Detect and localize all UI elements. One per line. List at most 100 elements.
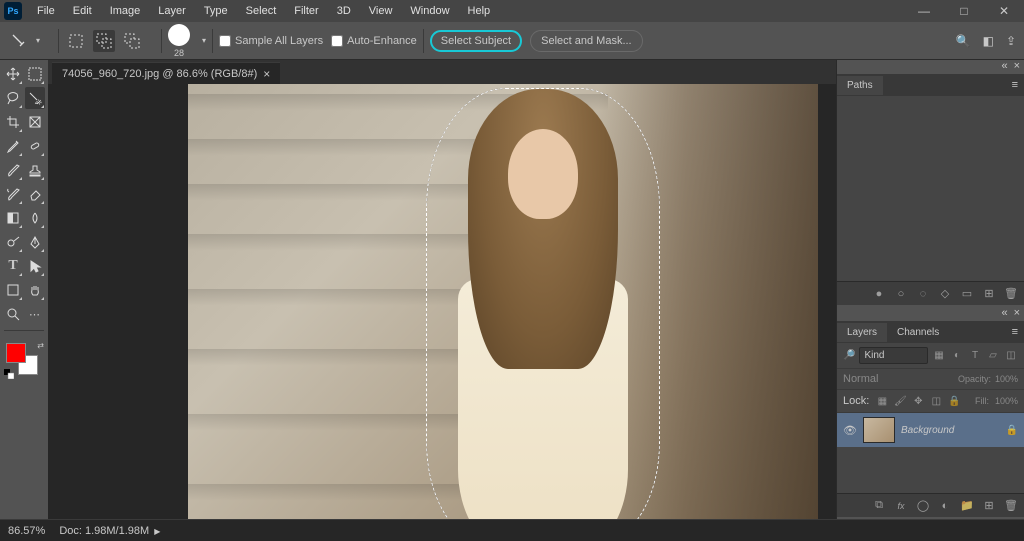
zoom-tool[interactable] [3,303,23,325]
adjustment-layer-icon[interactable]: ◐ [938,499,952,513]
edit-toolbar[interactable]: ⋯ [25,303,45,325]
hand-tool[interactable] [25,279,45,301]
path-to-selection-icon[interactable]: ◌ [916,287,930,301]
menu-layer[interactable]: Layer [149,2,195,20]
menu-select[interactable]: Select [237,2,286,20]
menu-filter[interactable]: Filter [285,2,327,20]
subtract-selection-icon[interactable] [121,30,143,52]
zoom-level[interactable]: 86.57% [8,525,45,537]
document-tab[interactable]: 74056_960_720.jpg @ 86.6% (RGB/8#) × [52,62,280,84]
close-layers-icon[interactable]: × [1014,307,1020,321]
lock-artboard-icon[interactable]: ◫ [929,394,943,408]
filter-smart-icon[interactable]: ◫ [1004,349,1018,363]
layers-panel-menu-icon[interactable]: ≡ [1006,326,1024,338]
workspace-icon[interactable]: ◧ [983,35,994,47]
layer-visibility-icon[interactable]: 👁 [843,423,857,437]
menu-file[interactable]: File [28,2,64,20]
dodge-tool[interactable] [3,231,23,253]
search-icon[interactable]: 🔍 [956,35,971,47]
canvas-area[interactable]: 74056_960_720.jpg @ 86.6% (RGB/8#) × [48,60,836,519]
gradient-tool[interactable] [3,207,23,229]
eraser-tool[interactable] [25,183,45,205]
menu-type[interactable]: Type [195,2,237,20]
sample-all-layers-check[interactable]: Sample All Layers [219,35,323,47]
auto-enhance-checkbox[interactable] [331,35,343,47]
group-layers-icon[interactable]: 📁 [960,499,974,513]
blend-mode-select[interactable]: Normal [843,373,954,385]
doc-info[interactable]: Doc: 1.98M/1.98M [59,525,149,537]
sample-all-layers-checkbox[interactable] [219,35,231,47]
menu-edit[interactable]: Edit [64,2,101,20]
path-selection-tool[interactable] [25,255,45,277]
fill-path-icon[interactable]: ● [872,287,886,301]
delete-path-icon[interactable]: 🗑 [1004,287,1018,301]
collapse-panels-icon[interactable]: « [1001,60,1007,74]
fill-value[interactable]: 100% [995,396,1018,406]
layer-filter-kind[interactable]: Kind [859,347,928,364]
healing-tool[interactable] [25,135,45,157]
tab-paths[interactable]: Paths [837,76,883,95]
eyedropper-tool[interactable] [3,135,23,157]
layer-item-background[interactable]: 👁 Background 🔒 [837,413,1024,447]
default-colors-icon[interactable] [4,369,14,379]
make-work-path-icon[interactable]: ◇ [938,287,952,301]
foreground-color[interactable] [6,343,26,363]
filter-adjust-icon[interactable]: ◐ [950,349,964,363]
brush-preview[interactable] [168,24,190,46]
close-window-button[interactable]: ✕ [984,0,1024,22]
dropdown-icon[interactable]: ▾ [36,37,40,45]
auto-enhance-check[interactable]: Auto-Enhance [331,35,417,47]
menu-window[interactable]: Window [401,2,458,20]
swap-colors-icon[interactable]: ⇄ [37,341,44,350]
canvas-image[interactable] [188,84,818,519]
close-panels-icon[interactable]: × [1014,60,1020,74]
menu-image[interactable]: Image [101,2,150,20]
paths-panel-menu-icon[interactable]: ≡ [1006,79,1024,91]
opacity-value[interactable]: 100% [995,374,1018,384]
brush-tool[interactable] [3,159,23,181]
filter-shape-icon[interactable]: ▱ [986,349,1000,363]
menu-view[interactable]: View [360,2,402,20]
link-layers-icon[interactable]: ⧉ [872,499,886,513]
select-subject-button[interactable]: Select Subject [430,30,522,52]
layer-name[interactable]: Background [901,425,1000,436]
crop-tool[interactable] [3,111,23,133]
maximize-button[interactable]: □ [944,0,984,22]
add-selection-icon[interactable] [93,30,115,52]
paths-panel-body[interactable] [837,96,1024,281]
quick-selection-tool[interactable] [25,87,45,109]
lock-all-icon[interactable]: 🔒 [947,394,961,408]
frame-tool[interactable] [25,111,45,133]
shape-tool[interactable] [3,279,23,301]
brush-dropdown-icon[interactable]: ▾ [202,37,206,45]
new-layer-icon[interactable]: ⊞ [982,499,996,513]
tab-close-icon[interactable]: × [263,67,270,81]
stroke-path-icon[interactable]: ○ [894,287,908,301]
type-tool[interactable]: T [3,255,23,277]
pen-tool[interactable] [25,231,45,253]
tab-channels[interactable]: Channels [887,323,949,342]
lasso-tool[interactable] [3,87,23,109]
layer-thumbnail[interactable] [863,417,895,443]
blur-tool[interactable] [25,207,45,229]
history-brush-tool[interactable] [3,183,23,205]
delete-layer-icon[interactable]: 🗑 [1004,499,1018,513]
marquee-tool[interactable] [25,63,45,85]
filter-type-icon[interactable]: T [968,349,982,363]
menu-3d[interactable]: 3D [328,2,360,20]
lock-image-icon[interactable]: 🖌 [893,394,907,408]
new-path-icon[interactable]: ⊞ [982,287,996,301]
tool-preset-icon[interactable] [8,30,30,52]
new-selection-icon[interactable] [65,30,87,52]
minimize-button[interactable]: — [904,0,944,22]
menu-help[interactable]: Help [459,2,500,20]
doc-info-dropdown-icon[interactable]: ▶ [154,527,160,536]
add-mask-layer-icon[interactable]: ◯ [916,499,930,513]
tab-layers[interactable]: Layers [837,323,887,342]
lock-transparent-icon[interactable]: ▦ [875,394,889,408]
layer-fx-icon[interactable]: fx [894,499,908,513]
share-icon[interactable]: ⇪ [1006,35,1016,47]
add-mask-icon[interactable]: ▭ [960,287,974,301]
lock-position-icon[interactable]: ✥ [911,394,925,408]
filter-pixel-icon[interactable]: ▦ [932,349,946,363]
